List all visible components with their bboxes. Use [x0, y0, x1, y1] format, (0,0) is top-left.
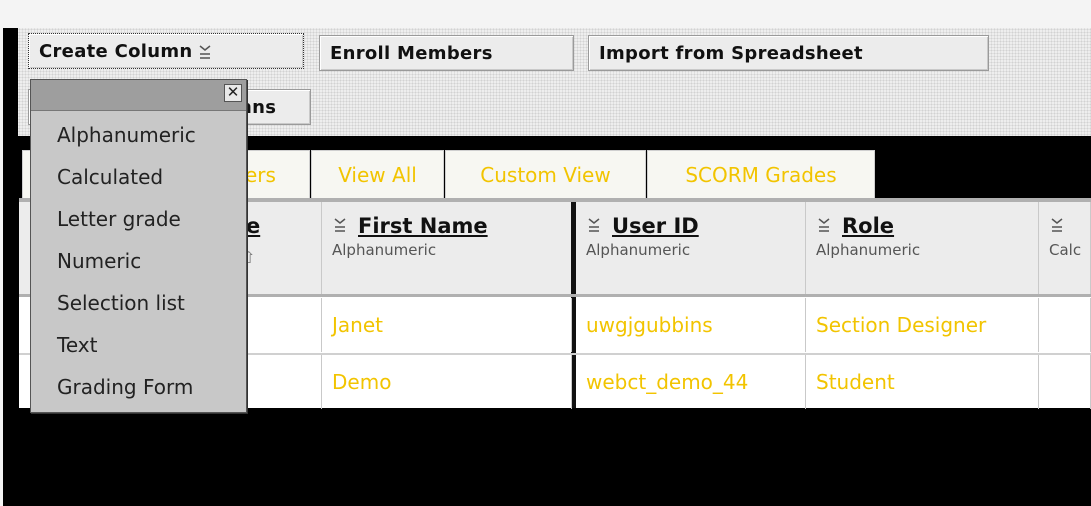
column-type: Alphanumeric: [816, 241, 921, 259]
import-from-spreadsheet-button[interactable]: Import from Spreadsheet: [588, 35, 989, 71]
table-cell-first-name[interactable]: Demo: [322, 355, 572, 409]
table-cell-role[interactable]: Section Designer: [806, 298, 1039, 352]
table-cell-role[interactable]: Student: [806, 355, 1039, 409]
tab-members-label: ers: [245, 162, 276, 187]
table-cell: [1039, 355, 1091, 409]
column-type: Calc: [1049, 241, 1082, 259]
column-header-calculated[interactable]: Calc: [1039, 202, 1091, 296]
create-column-label: Create Column: [39, 40, 193, 62]
menu-item-calculated[interactable]: Calculated: [31, 156, 246, 198]
tab-custom-view[interactable]: Custom View: [445, 150, 646, 198]
menu-item-text[interactable]: Text: [31, 324, 246, 366]
table-cell-user-id[interactable]: webct_demo_44: [576, 355, 806, 409]
tab-scorm-grades[interactable]: SCORM Grades: [647, 150, 875, 198]
left-border: [0, 28, 3, 506]
column-title[interactable]: First Name: [358, 214, 488, 238]
menu-chevron-icon: [197, 44, 213, 60]
table-cell: [1039, 298, 1091, 352]
column-menu-icon[interactable]: [816, 214, 832, 238]
dropdown-header: ✕: [31, 80, 246, 111]
enroll-members-button[interactable]: Enroll Members: [319, 35, 574, 71]
column-header-user-id[interactable]: User ID Alphanumeric: [576, 202, 806, 296]
top-strip: [0, 0, 1091, 28]
tab-view-all[interactable]: View All: [311, 150, 444, 198]
table-cell-user-id[interactable]: uwgjgubbins: [576, 298, 806, 352]
column-title[interactable]: Role: [842, 214, 894, 238]
create-column-dropdown-menu: ✕ Alphanumeric Calculated Letter grade N…: [30, 79, 247, 413]
column-menu-icon[interactable]: [1049, 214, 1065, 238]
column-menu-icon[interactable]: [586, 214, 602, 238]
column-menu-icon[interactable]: [332, 214, 348, 238]
menu-item-alphanumeric[interactable]: Alphanumeric: [31, 114, 246, 156]
menu-item-grading-form[interactable]: Grading Form: [31, 366, 246, 408]
create-column-button[interactable]: Create Column: [28, 33, 304, 69]
menu-item-numeric[interactable]: Numeric: [31, 240, 246, 282]
column-header-role[interactable]: Role Alphanumeric: [806, 202, 1039, 296]
menu-item-letter-grade[interactable]: Letter grade: [31, 198, 246, 240]
column-type: Alphanumeric: [586, 241, 691, 259]
dropdown-list: Alphanumeric Calculated Letter grade Num…: [31, 114, 246, 408]
column-type: Alphanumeric: [332, 241, 437, 259]
table-cell-first-name[interactable]: Janet: [322, 298, 572, 352]
column-title[interactable]: User ID: [612, 214, 699, 238]
column-header-first-name[interactable]: First Name Alphanumeric: [322, 202, 572, 296]
menu-item-selection-list[interactable]: Selection list: [31, 282, 246, 324]
close-icon[interactable]: ✕: [224, 84, 242, 102]
